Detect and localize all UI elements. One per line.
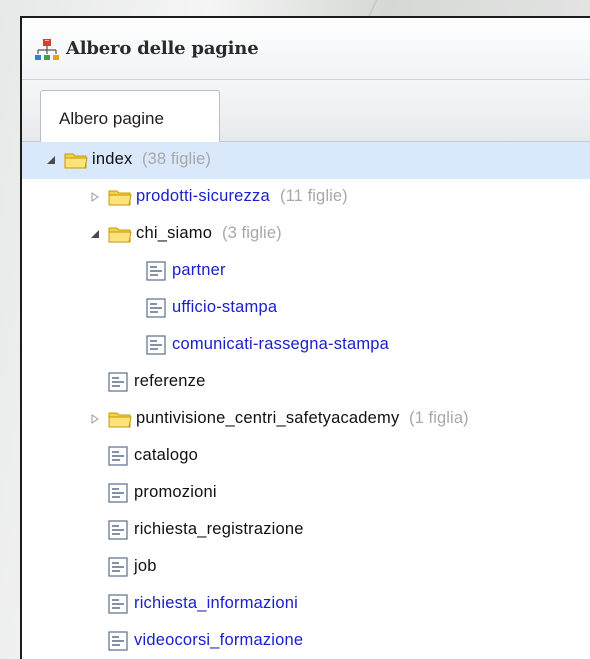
page-icon bbox=[108, 594, 128, 614]
tree-node-index[interactable]: index (38 figlie) bbox=[22, 142, 590, 179]
sitemap-icon bbox=[35, 39, 59, 60]
folder-icon bbox=[64, 153, 88, 169]
page-icon bbox=[108, 557, 128, 577]
page-tree: index (38 figlie) prodotti-sicurezza (11 fi… bbox=[22, 142, 590, 659]
page-icon bbox=[108, 520, 128, 540]
tree-node-label[interactable]: richiesta_informazioni bbox=[134, 594, 298, 613]
folder-icon bbox=[108, 190, 132, 206]
tree-node-videocorsi-formazione[interactable]: videocorsi_formazione bbox=[22, 623, 590, 659]
tree-node-richiesta-informazioni[interactable]: richiesta_informazioni bbox=[22, 586, 590, 623]
tree-node-label[interactable]: catalogo bbox=[134, 446, 198, 465]
child-count: (1 figlia) bbox=[409, 409, 469, 427]
tree-node-prodotti-sicurezza[interactable]: prodotti-sicurezza (11 figlie) bbox=[22, 179, 590, 216]
page-icon bbox=[146, 298, 166, 318]
page-icon bbox=[108, 631, 128, 651]
panel-title: Albero delle pagine bbox=[66, 38, 259, 59]
tree-node-label[interactable]: chi_siamo bbox=[136, 224, 212, 243]
tab-strip: Albero pagine bbox=[22, 80, 590, 143]
tree-node-label[interactable]: promozioni bbox=[134, 483, 217, 502]
page-icon bbox=[108, 372, 128, 392]
child-count: (38 figlie) bbox=[142, 150, 211, 168]
page-icon bbox=[146, 261, 166, 281]
tree-node-label[interactable]: referenze bbox=[134, 372, 206, 391]
tree-node-label[interactable]: videocorsi_formazione bbox=[134, 631, 303, 650]
tree-node-label[interactable]: prodotti-sicurezza bbox=[136, 187, 270, 206]
page-icon bbox=[108, 483, 128, 503]
tree-node-label[interactable]: puntivisione_centri_safetyacademy bbox=[136, 409, 399, 428]
panel-header: Albero delle pagine bbox=[22, 18, 590, 80]
tree-node-label[interactable]: comunicati-rassegna-stampa bbox=[172, 335, 389, 354]
folder-icon bbox=[108, 412, 132, 428]
expanded-arrow-icon[interactable] bbox=[90, 229, 100, 239]
page-tree-panel: Albero delle pagine Albero pagine index (… bbox=[20, 16, 590, 659]
folder-icon bbox=[108, 227, 132, 243]
collapsed-arrow-icon[interactable] bbox=[90, 192, 100, 202]
child-count: (3 figlie) bbox=[222, 224, 282, 242]
page-icon bbox=[146, 335, 166, 355]
expanded-arrow-icon[interactable] bbox=[46, 155, 56, 165]
tree-node-label[interactable]: job bbox=[134, 557, 157, 576]
tree-node-partner[interactable]: partner bbox=[22, 253, 590, 290]
tree-node-comunicati-rassegna-stampa[interactable]: comunicati-rassegna-stampa bbox=[22, 327, 590, 364]
tree-node-catalogo[interactable]: catalogo bbox=[22, 438, 590, 475]
tree-node-label[interactable]: partner bbox=[172, 261, 226, 280]
tree-node-referenze[interactable]: referenze bbox=[22, 364, 590, 401]
tree-node-job[interactable]: job bbox=[22, 549, 590, 586]
tab-label: Albero pagine bbox=[59, 109, 164, 128]
tree-node-label[interactable]: ufficio-stampa bbox=[172, 298, 277, 317]
tree-node-promozioni[interactable]: promozioni bbox=[22, 475, 590, 512]
child-count: (11 figlie) bbox=[280, 187, 348, 205]
collapsed-arrow-icon[interactable] bbox=[90, 414, 100, 424]
tree-node-label[interactable]: index bbox=[92, 150, 132, 169]
page-icon bbox=[108, 446, 128, 466]
tree-node-label[interactable]: richiesta_registrazione bbox=[134, 520, 304, 539]
tree-node-ufficio-stampa[interactable]: ufficio-stampa bbox=[22, 290, 590, 327]
tree-node-chi-siamo[interactable]: chi_siamo (3 figlie) bbox=[22, 216, 590, 253]
tab-albero-pagine[interactable]: Albero pagine bbox=[40, 90, 220, 143]
tree-node-richiesta-registrazione[interactable]: richiesta_registrazione bbox=[22, 512, 590, 549]
tree-node-puntivisione-centri-safetyacademy[interactable]: puntivisione_centri_safetyacademy (1 figl… bbox=[22, 401, 590, 438]
